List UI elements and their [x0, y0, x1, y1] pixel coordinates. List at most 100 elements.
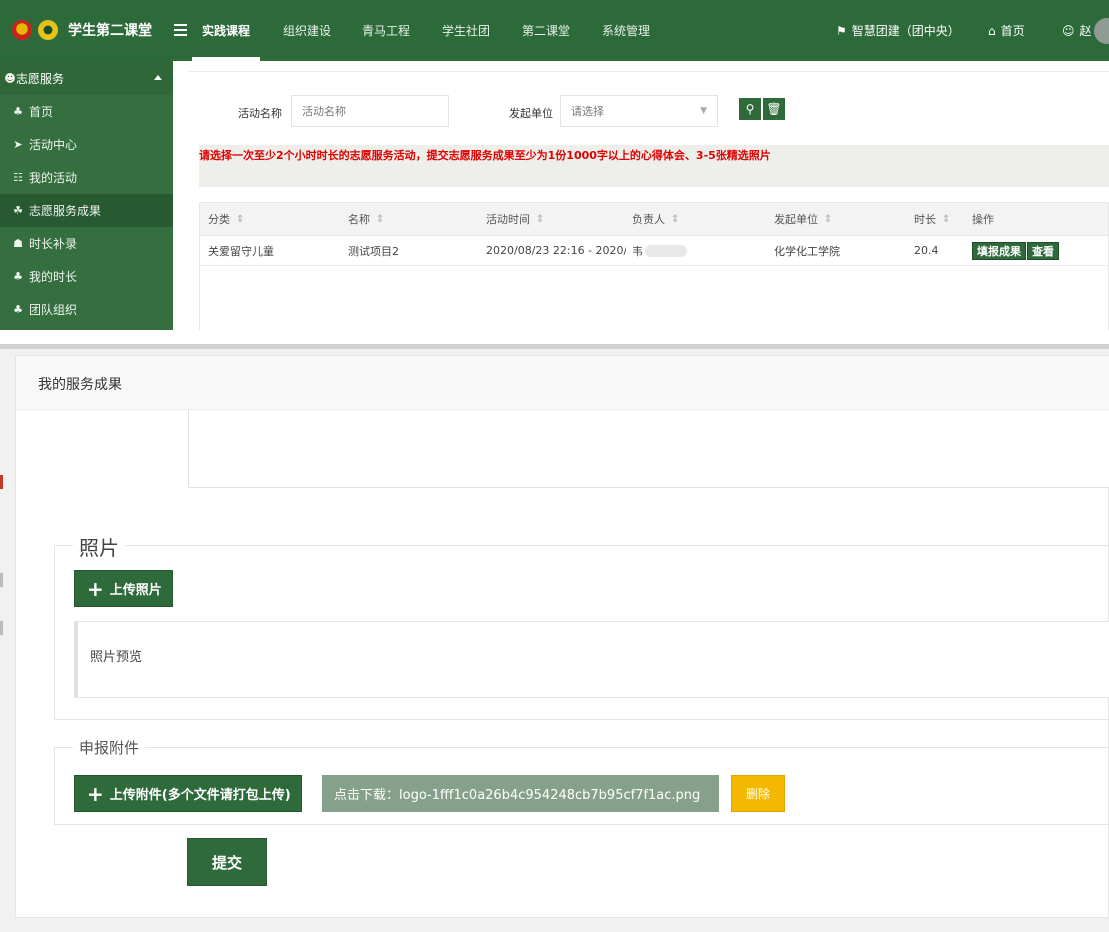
col-hours[interactable]: 时长 ⇕	[914, 203, 950, 235]
org-label: 发起单位	[509, 107, 553, 120]
main-content: 活动名称 活动名称 发起单位 请选择 ▼ ⚲ 🗑 请选择一次至少2个小时时长的志…	[173, 61, 1109, 330]
upload-photo-label: 上传照片	[109, 583, 162, 598]
menu-toggle-icon[interactable]	[174, 24, 187, 36]
activity-name-input[interactable]: 活动名称	[291, 95, 449, 127]
sort-icon: ⇕	[376, 213, 385, 225]
edge-marker	[0, 573, 3, 587]
cell-time: 2020/08/23 22:16 - 2020/0...	[486, 244, 626, 257]
photo-preview-label: 照片预览	[90, 650, 143, 665]
sidebar-item-label: 团队组织	[29, 303, 78, 317]
plus-icon: +	[87, 576, 104, 601]
photo-preview: 照片预览	[74, 621, 1109, 698]
sidebar-item-label: 首页	[29, 105, 54, 119]
download-attachment-link[interactable]: 点击下载：logo-1fff1c0a26b4c954248cb7b95cf7f1…	[322, 775, 719, 812]
col-leader[interactable]: 负责人 ⇕	[632, 203, 679, 235]
service-results-dialog: 我的服务成果 照片 + 上传照片 照片预览 申报附件 + 上传附件(多个文件请打…	[15, 355, 1109, 918]
nav-clubs[interactable]: 学生社团	[442, 0, 490, 61]
cell-name: 测试项目2	[348, 244, 399, 258]
col-actions: 操作	[972, 213, 994, 226]
view-button[interactable]: 查看	[1027, 241, 1059, 260]
sidebar-group-volunteer[interactable]: ☻ 志愿服务	[0, 61, 173, 95]
nav-home[interactable]: ⌂ 首页	[988, 0, 1025, 61]
col-name[interactable]: 名称 ⇕	[348, 203, 384, 235]
upload-photo-button[interactable]: + 上传照片	[74, 570, 173, 607]
flag-icon: ⚑	[836, 23, 847, 38]
sitemap-icon: ♣	[13, 303, 23, 316]
fill-results-button[interactable]: 填报成果	[972, 241, 1026, 260]
brand[interactable]: 学生第二课堂	[12, 20, 152, 40]
sidebar-item-my-hours[interactable]: ♣ 我的时长	[0, 260, 173, 293]
nav-second-classroom[interactable]: 第二课堂	[522, 0, 570, 61]
user-plus-icon: ☗	[13, 237, 23, 250]
search-button[interactable]: ⚲	[739, 98, 761, 120]
sidebar-item-team[interactable]: ♣ 团队组织	[0, 293, 173, 326]
experience-textarea[interactable]	[188, 410, 1109, 488]
sidebar-item-hours-makeup[interactable]: ☗ 时长补录	[0, 227, 173, 260]
trash-icon: 🗑	[766, 102, 782, 116]
sidebar-item-home[interactable]: ♣ 首页	[0, 95, 173, 128]
sidebar: ☻ 志愿服务 ♣ 首页 ➤ 活动中心 ☷ 我的活动 ☘ 志愿服务成果 ☗ 时长补…	[0, 61, 173, 330]
smile-icon: ☻	[4, 71, 16, 85]
sitemap-icon: ♣	[13, 270, 23, 283]
location-arrow-icon: ➤	[13, 138, 23, 151]
filter-bar: 活动名称 活动名称 发起单位 请选择 ▼ ⚲ 🗑	[187, 71, 1109, 135]
brand-title: 学生第二课堂	[68, 23, 152, 39]
school-emblem-icon	[38, 20, 58, 40]
chevron-down-icon: ▼	[700, 106, 707, 116]
sidebar-item-my-activities[interactable]: ☷ 我的活动	[0, 161, 173, 194]
sitemap-icon: ♣	[13, 105, 23, 118]
award-icon: ☘	[13, 204, 23, 217]
sort-icon: ⇕	[671, 213, 680, 225]
avatar[interactable]	[1094, 18, 1109, 44]
users-icon: ☷	[13, 171, 23, 184]
nav-practice-course[interactable]: 实践课程	[191, 0, 261, 61]
edge-marker	[0, 621, 3, 635]
org-select-value: 请选择	[571, 105, 604, 118]
nav-org-building[interactable]: 组织建设	[283, 0, 331, 61]
activity-name-label: 活动名称	[238, 107, 282, 120]
sort-icon: ⇕	[536, 213, 545, 225]
notice-banner: 请选择一次至少2个小时时长的志愿服务活动，提交志愿服务成果至少为1份1000字以…	[199, 145, 1109, 187]
sidebar-item-activity-center[interactable]: ➤ 活动中心	[0, 128, 173, 161]
plus-icon: +	[87, 781, 104, 806]
cell-org: 化学化工学院	[774, 244, 840, 258]
nav-home-label: 首页	[1000, 24, 1025, 38]
top-navbar: 学生第二课堂 实践课程 组织建设 青马工程 学生社团 第二课堂 系统管理 ⚑ 智…	[0, 0, 1109, 61]
attachments-legend: 申报附件	[73, 737, 146, 758]
cell-actions: 填报成果 查看	[972, 236, 1059, 265]
photos-fieldset: 照片 + 上传照片 照片预览	[54, 532, 1109, 720]
col-org[interactable]: 发起单位 ⇕	[774, 203, 832, 235]
photos-legend: 照片	[73, 532, 125, 561]
dialog-header: 我的服务成果	[16, 356, 1109, 410]
submit-button[interactable]: 提交	[187, 838, 267, 886]
nav-system[interactable]: 系统管理	[602, 0, 650, 61]
app-top-section: 学生第二课堂 实践课程 组织建设 青马工程 学生社团 第二课堂 系统管理 ⚑ 智…	[0, 0, 1109, 330]
sidebar-item-service-results[interactable]: ☘ 志愿服务成果	[0, 194, 173, 227]
caret-up-icon	[154, 75, 162, 80]
delete-attachment-button[interactable]: 删除	[731, 775, 785, 812]
sort-icon: ⇕	[236, 213, 245, 225]
nav-qingma[interactable]: 青马工程	[362, 0, 410, 61]
nav-smart-league-label: 智慧团建（团中央）	[851, 24, 960, 38]
redacted-name	[645, 244, 687, 257]
user-name: 赵	[1079, 24, 1092, 38]
sidebar-item-label: 活动中心	[29, 138, 78, 152]
col-time[interactable]: 活动时间 ⇕	[486, 203, 544, 235]
home-icon: ⌂	[988, 23, 996, 38]
col-category[interactable]: 分类 ⇕	[208, 203, 244, 235]
sort-icon: ⇕	[824, 213, 833, 225]
table-row: 关爱留守儿童 测试项目2 2020/08/23 22:16 - 2020/0..…	[200, 236, 1108, 266]
sidebar-group-label: 志愿服务	[16, 71, 65, 86]
sidebar-item-label: 我的时长	[29, 270, 78, 284]
attachments-fieldset: 申报附件 + 上传附件(多个文件请打包上传) 点击下载：logo-1fff1c0…	[54, 737, 1109, 825]
upload-attachment-label: 上传附件(多个文件请打包上传)	[109, 788, 291, 803]
clear-button[interactable]: 🗑	[763, 98, 785, 120]
nav-smart-league[interactable]: ⚑ 智慧团建（团中央）	[836, 0, 960, 61]
nav-user[interactable]: ☺ 赵	[1062, 0, 1092, 61]
upload-attachment-button[interactable]: + 上传附件(多个文件请打包上传)	[74, 775, 302, 812]
dialog-title: 我的服务成果	[38, 377, 122, 393]
cell-hours: 20.4	[914, 244, 939, 257]
sidebar-item-label: 时长补录	[29, 237, 78, 251]
org-select[interactable]: 请选择 ▼	[560, 95, 718, 127]
cell-leader: 韦	[632, 236, 687, 265]
